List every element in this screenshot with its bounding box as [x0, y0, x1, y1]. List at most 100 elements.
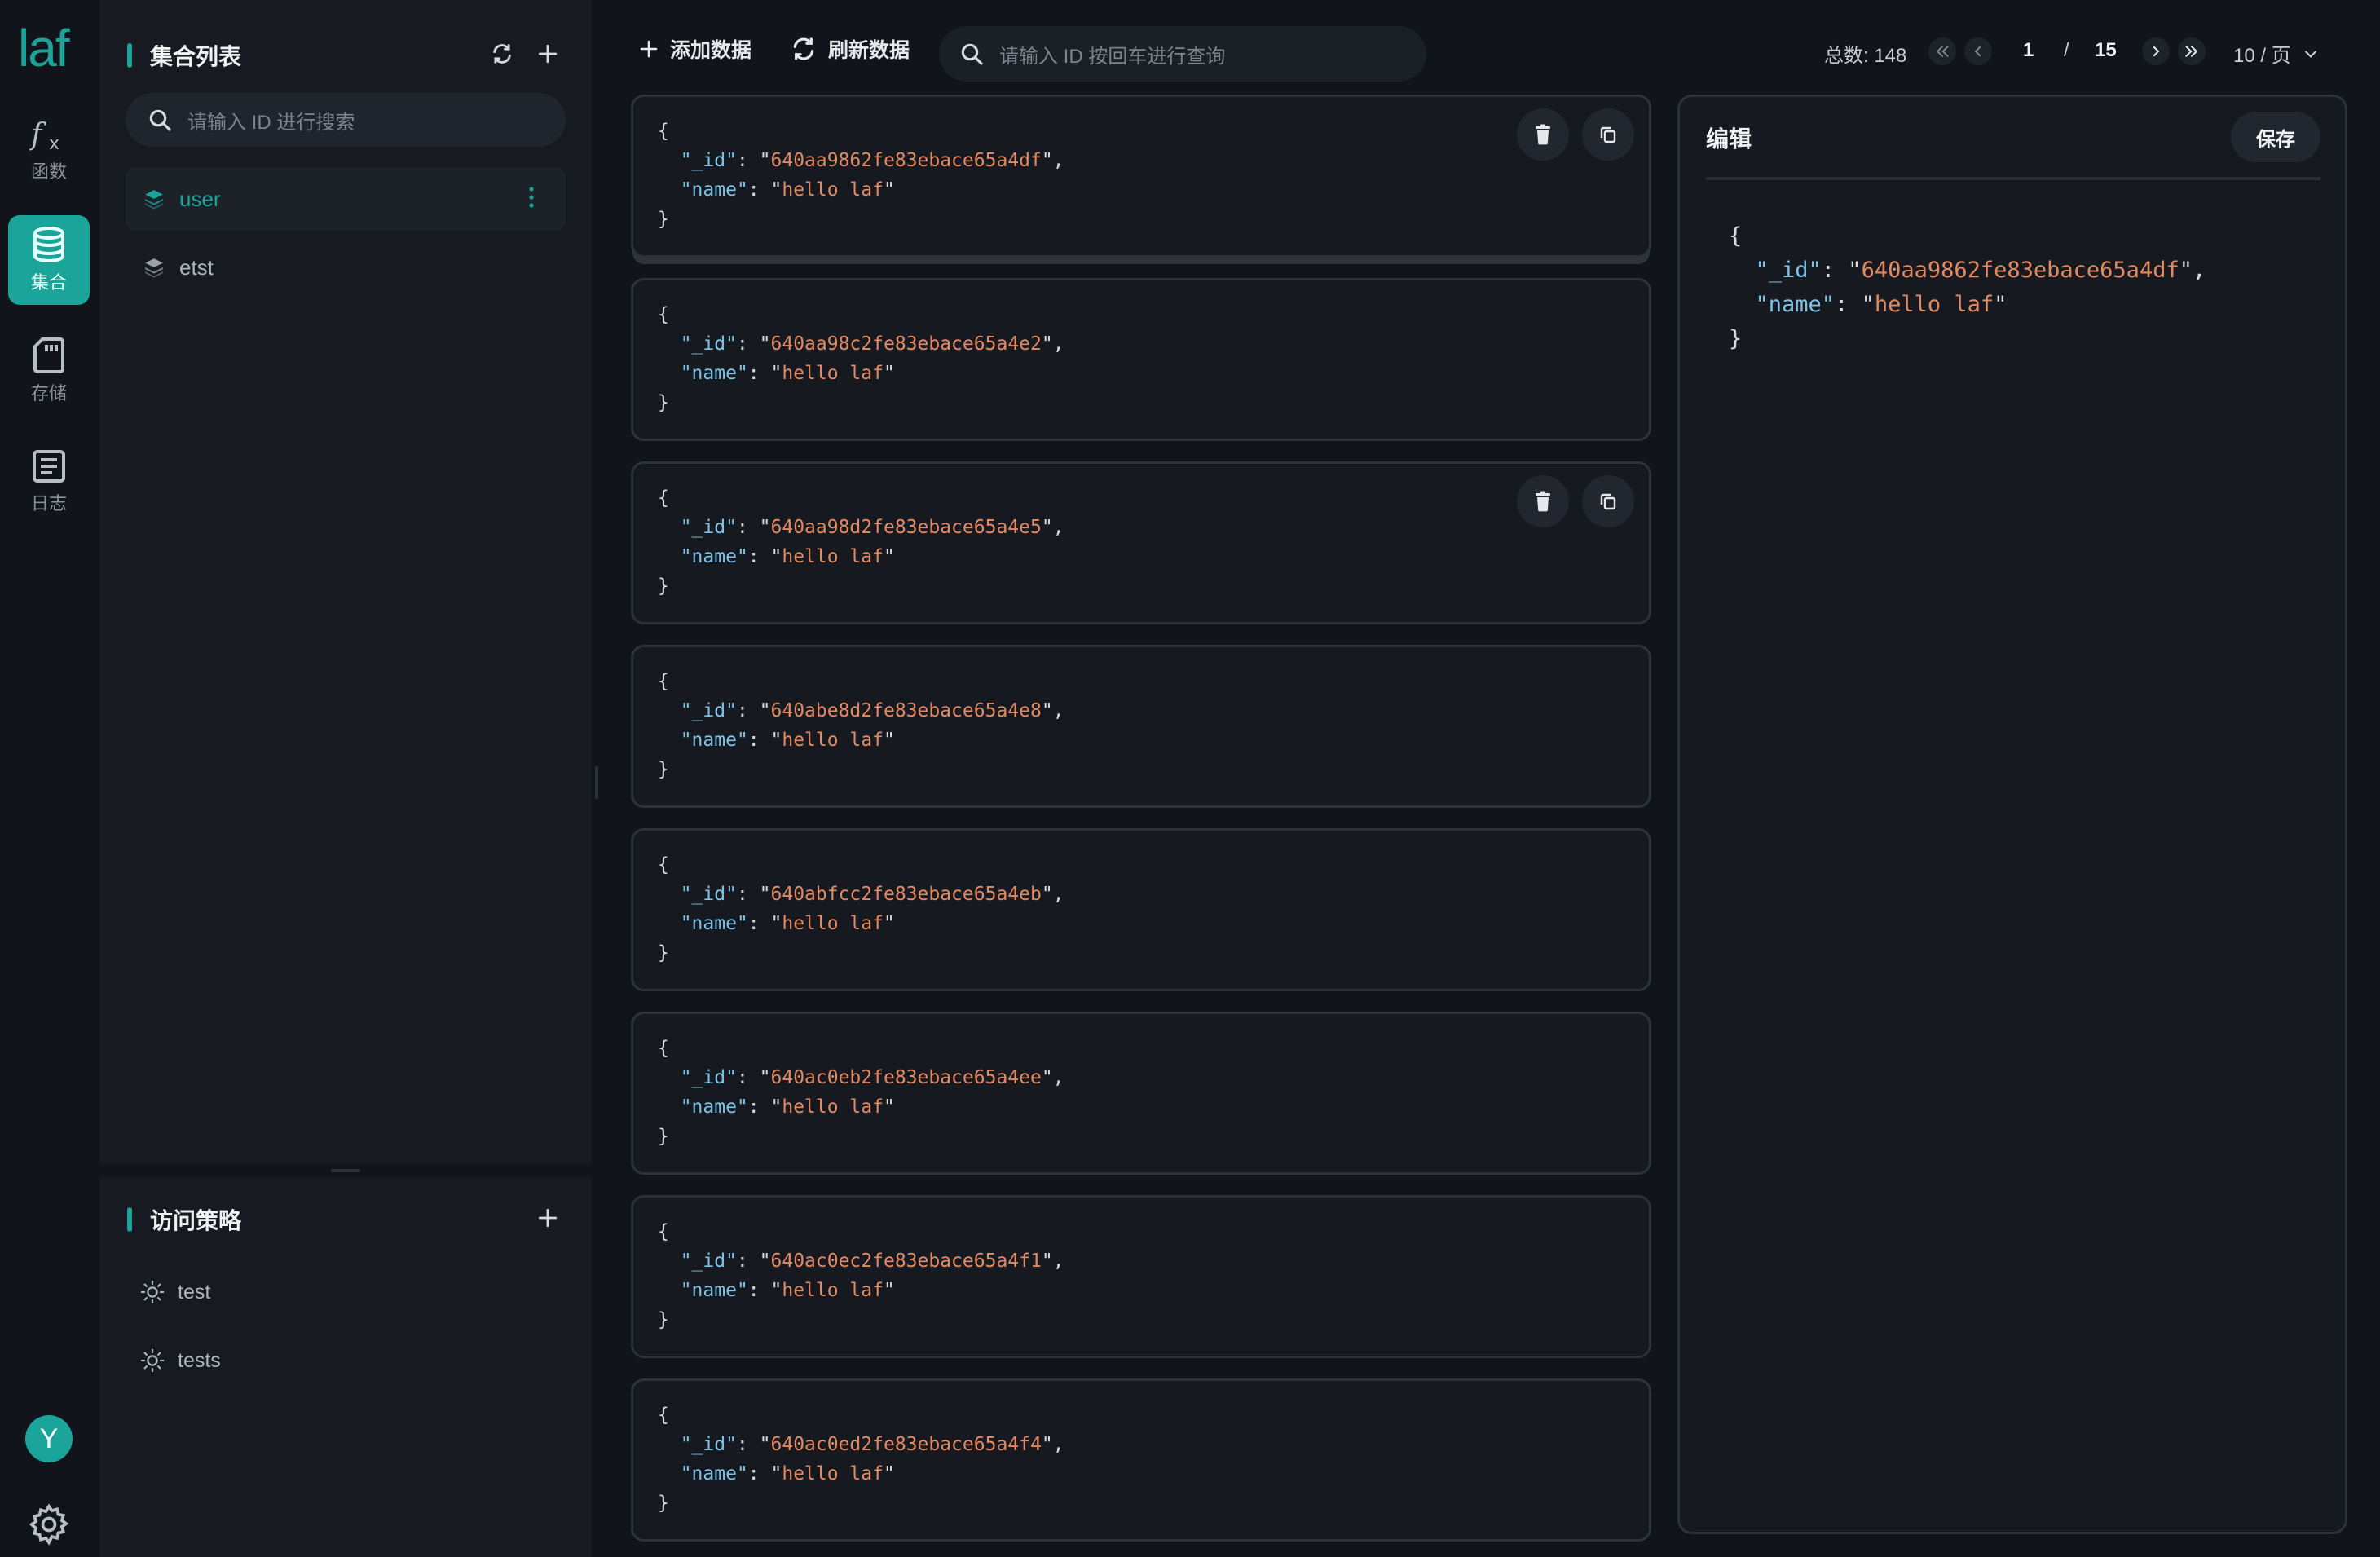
- json-key: "_id": [680, 1434, 737, 1455]
- document-card[interactable]: { "_id": "640aa9862fe83ebace65a4df", "na…: [631, 95, 1651, 258]
- collection-item-etst[interactable]: etst: [126, 236, 566, 299]
- document-json: { "_id": "640aa98c2fe83ebace65a4e2", "na…: [658, 304, 1064, 413]
- chevron-down-icon: [2304, 50, 2316, 58]
- json-brace: }: [658, 942, 669, 964]
- policy-list-title: 访问策略: [127, 1203, 241, 1236]
- json-brace: }: [658, 1126, 669, 1147]
- svg-text:f: f: [29, 118, 46, 152]
- collection-search-input[interactable]: 请输入 ID 进行搜索: [126, 93, 566, 147]
- prev-page-button[interactable]: [1964, 37, 1992, 65]
- layers-icon: [143, 188, 165, 210]
- document-card[interactable]: { "_id": "640aa98c2fe83ebace65a4e2", "na…: [631, 278, 1651, 441]
- document-card[interactable]: { "_id": "640ac0ed2fe83ebace65a4f4", "na…: [631, 1378, 1651, 1542]
- json-key: "name": [680, 730, 748, 751]
- policy-name: tests: [178, 1348, 221, 1372]
- json-key: "_id": [680, 1250, 737, 1272]
- plus-icon: [538, 1208, 558, 1228]
- nav-item-logs[interactable]: 日志: [8, 437, 90, 527]
- json-brace: {: [658, 1221, 669, 1242]
- policy-item-test[interactable]: test: [140, 1272, 210, 1312]
- refresh-data-label: 刷新数据: [828, 39, 910, 62]
- add-data-button[interactable]: 添加数据: [639, 34, 751, 64]
- document-card[interactable]: { "_id": "640ac0eb2fe83ebace65a4ee", "na…: [631, 1012, 1651, 1175]
- last-page-button[interactable]: [2178, 37, 2206, 65]
- svg-text:x: x: [49, 134, 60, 152]
- document-card[interactable]: { "_id": "640ac0ec2fe83ebace65a4f1", "na…: [631, 1195, 1651, 1358]
- policy-item-tests[interactable]: tests: [140, 1340, 221, 1381]
- chevron-left-icon: [1974, 46, 1981, 57]
- document-list: { "_id": "640aa9862fe83ebace65a4df", "na…: [628, 95, 1656, 1557]
- json-name-value: hello laf: [782, 730, 884, 751]
- double-chevron-right-icon: [2185, 46, 2198, 57]
- json-name-value: hello laf: [1874, 292, 1994, 317]
- nav-label: 日志: [30, 493, 67, 514]
- json-name-value: hello laf: [782, 179, 884, 201]
- document-card[interactable]: { "_id": "640aa98d2fe83ebace65a4e5", "na…: [631, 461, 1651, 624]
- card-actions: [1517, 108, 1634, 161]
- database-icon: [33, 227, 64, 263]
- json-key: "_id": [680, 700, 737, 721]
- document-card[interactable]: { "_id": "640abe8d2fe83ebace65a4e8", "na…: [631, 645, 1651, 808]
- card-actions: [1517, 475, 1634, 527]
- nav-item-functions[interactable]: f x 函数: [8, 106, 90, 196]
- document-json: { "_id": "640ac0ed2fe83ebace65a4f4", "na…: [658, 1405, 1064, 1514]
- json-id-value: 640aa98c2fe83ebace65a4e2: [770, 333, 1042, 355]
- document-json: { "_id": "640ac0ec2fe83ebace65a4f1", "na…: [658, 1221, 1064, 1330]
- add-data-label: 添加数据: [670, 39, 752, 62]
- json-brace: {: [1729, 223, 1743, 249]
- trash-icon: [1536, 124, 1550, 145]
- nav-rail: laf f x 函数 集合 存储 日志 Y: [0, 0, 99, 1557]
- add-policy-button[interactable]: [531, 1202, 564, 1234]
- total-count: 总数: 148: [1824, 45, 1907, 67]
- json-brace: }: [658, 576, 669, 597]
- copy-icon: [1600, 493, 1616, 510]
- editor-divider: [1706, 177, 2320, 180]
- nav-label: 函数: [30, 161, 67, 182]
- document-json: { "_id": "640abfcc2fe83ebace65a4eb", "na…: [658, 854, 1064, 964]
- json-name-value: hello laf: [782, 1463, 884, 1484]
- collection-name: etst: [179, 254, 214, 280]
- nav-item-collections[interactable]: 集合: [8, 215, 90, 305]
- collection-search-placeholder: 请输入 ID 进行搜索: [187, 111, 355, 134]
- delete-document-button[interactable]: [1517, 108, 1569, 161]
- copy-document-button[interactable]: [1582, 108, 1634, 161]
- json-brace: {: [658, 487, 669, 509]
- json-id-value: 640ac0ed2fe83ebace65a4f4: [770, 1434, 1042, 1455]
- save-button[interactable]: 保存: [2231, 112, 2320, 162]
- add-collection-button[interactable]: [531, 37, 564, 70]
- title-accent-bar: [127, 1207, 132, 1232]
- document-card[interactable]: { "_id": "640abfcc2fe83ebace65a4eb", "na…: [631, 828, 1651, 991]
- delete-document-button[interactable]: [1517, 475, 1569, 527]
- plus-icon: [640, 40, 658, 58]
- policy-sun-icon: [140, 1348, 165, 1373]
- sidebar-resize-handle[interactable]: [595, 766, 598, 799]
- refresh-data-button[interactable]: 刷新数据: [791, 34, 910, 64]
- panel-resize-handle[interactable]: [331, 1169, 360, 1172]
- next-page-button[interactable]: [2142, 37, 2170, 65]
- function-icon: f x: [29, 118, 60, 152]
- current-page[interactable]: 1: [2023, 39, 2034, 62]
- nav-label: 集合: [30, 272, 67, 293]
- json-key: "name": [680, 179, 748, 201]
- page-size-select[interactable]: 10 / 页: [2233, 39, 2319, 68]
- document-json: { "_id": "640abe8d2fe83ebace65a4e8", "na…: [658, 671, 1064, 780]
- json-id-value: 640aa9862fe83ebace65a4df: [1861, 258, 2179, 283]
- json-editor[interactable]: { "_id": "640aa9862fe83ebace65a4df", "na…: [1729, 219, 2206, 356]
- storage-icon: [33, 337, 64, 373]
- json-key: "name": [680, 1463, 748, 1484]
- user-avatar[interactable]: Y: [25, 1415, 73, 1462]
- json-key: "_id": [680, 517, 737, 538]
- document-search-input[interactable]: 请输入 ID 按回车进行查询: [939, 26, 1426, 82]
- refresh-collections-button[interactable]: [486, 37, 518, 70]
- more-options-icon[interactable]: [528, 185, 535, 215]
- first-page-button[interactable]: [1928, 37, 1956, 65]
- laf-logo: laf: [18, 19, 70, 77]
- collection-item-user[interactable]: user: [126, 167, 566, 231]
- copy-document-button[interactable]: [1582, 475, 1634, 527]
- log-icon: [33, 450, 65, 483]
- nav-item-storage[interactable]: 存储: [8, 326, 90, 416]
- json-brace: }: [658, 1493, 669, 1514]
- copy-icon: [1600, 126, 1616, 143]
- settings-gear-icon[interactable]: [26, 1502, 72, 1547]
- editor-panel: 编辑 保存 { "_id": "640aa9862fe83ebace65a4df…: [1677, 95, 2347, 1534]
